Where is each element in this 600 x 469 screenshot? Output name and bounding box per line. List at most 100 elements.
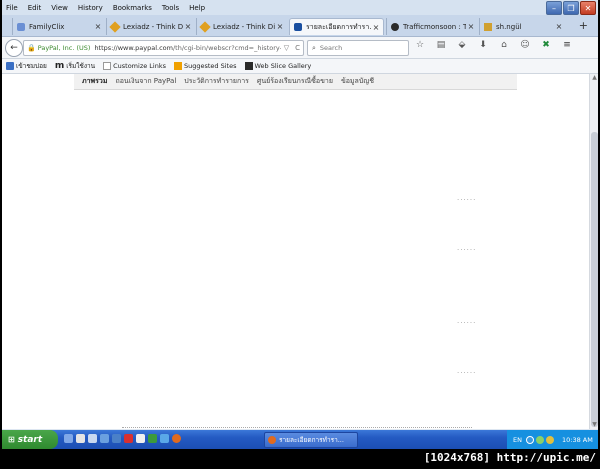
tab-label: Lexiadz - Think Diff... bbox=[123, 22, 183, 31]
tab-lexiadz-2[interactable]: Lexiadz - Think Diff... × bbox=[196, 18, 287, 35]
scroll-up-icon[interactable]: ▲ bbox=[590, 74, 598, 82]
site-identity[interactable]: PayPal, Inc. (US) bbox=[38, 44, 91, 52]
watermark-bar: [1024x768] http://upic.me/ bbox=[0, 449, 600, 469]
tab-close-icon[interactable]: × bbox=[93, 22, 103, 31]
subnav-overview[interactable]: ภาพรวม bbox=[82, 76, 107, 87]
subnav-history[interactable]: ประวัติการทำรายการ bbox=[184, 76, 249, 87]
url-bar[interactable]: 🔒 PayPal, Inc. (US) https://www.paypal.c… bbox=[23, 40, 304, 56]
tab-label: sh.ngül bbox=[496, 22, 522, 31]
menu-bookmarks[interactable]: Bookmarks bbox=[113, 4, 152, 12]
help-tray-icon[interactable] bbox=[525, 435, 534, 444]
tab-close-icon[interactable]: × bbox=[554, 22, 564, 31]
search-bar[interactable]: ⌕ Search bbox=[307, 40, 409, 56]
tab-label: รายละเอียดการทำรา... bbox=[306, 22, 371, 31]
reading-list-icon[interactable]: ▤ bbox=[435, 40, 447, 50]
task-label: รายละเอียดการทำรา... bbox=[279, 436, 344, 444]
bookmark-most-visited[interactable]: เข้าชมบ่อย bbox=[6, 61, 47, 71]
close-window-button[interactable]: ✕ bbox=[580, 1, 596, 15]
firefox-icon bbox=[268, 436, 276, 444]
tab-lexiadz-1[interactable]: Lexiadz - Think Diff... × bbox=[106, 18, 195, 35]
subnav-resolution-center[interactable]: ศูนย์ร้องเรียนกรณีซื้อขาย bbox=[257, 76, 333, 87]
tab-shngul[interactable]: sh.ngül × bbox=[479, 18, 566, 35]
url-text: https://www.paypal.com/th/cgi-bin/webscr… bbox=[94, 44, 280, 52]
subnav-withdraw[interactable]: ถอนเงินจาก PayPal bbox=[115, 76, 176, 87]
restore-button[interactable]: ❐ bbox=[563, 1, 579, 15]
windows-taskbar: ⊞ start รายละเอียดการทำรา... EN 10:38 AM bbox=[2, 430, 598, 449]
tab-close-icon[interactable]: × bbox=[371, 23, 381, 32]
menu-tools[interactable]: Tools bbox=[162, 4, 179, 12]
bookmark-icon bbox=[6, 62, 14, 70]
quicklaunch-icon[interactable] bbox=[148, 434, 157, 443]
vertical-scrollbar[interactable]: ▲ ▼ bbox=[589, 74, 598, 429]
url-host: https://www.paypal.com bbox=[94, 44, 173, 52]
taskbar-firefox-window[interactable]: รายละเอียดการทำรา... bbox=[264, 432, 358, 448]
download-icon[interactable]: ⬇ bbox=[477, 40, 489, 50]
menu-help[interactable]: Help bbox=[189, 4, 205, 12]
lock-icon[interactable]: 🔒 bbox=[27, 44, 36, 52]
familyclix-favicon-icon bbox=[17, 22, 25, 31]
quicklaunch-icon[interactable] bbox=[124, 434, 133, 443]
addon-icon[interactable]: ✖ bbox=[540, 40, 552, 50]
trafficmonsoon-favicon-icon bbox=[391, 22, 399, 31]
hamburger-menu-icon[interactable]: ≡ bbox=[561, 40, 573, 50]
security-tray-icon[interactable] bbox=[545, 435, 554, 444]
tab-close-icon[interactable]: × bbox=[275, 22, 285, 31]
bing-icon bbox=[174, 62, 182, 70]
tab-trafficmonsoon[interactable]: Trafficmonsoon : T... × bbox=[386, 18, 478, 35]
network-tray-icon[interactable] bbox=[535, 435, 544, 444]
new-tab-button[interactable]: + bbox=[579, 19, 588, 32]
tab-label: Lexiadz - Think Diff... bbox=[213, 22, 275, 31]
slice-icon bbox=[244, 62, 253, 70]
language-indicator[interactable]: EN bbox=[513, 436, 522, 444]
chat-icon[interactable]: ☺ bbox=[519, 40, 531, 50]
system-tray: EN 10:38 AM bbox=[507, 430, 598, 449]
quicklaunch-icon[interactable] bbox=[88, 434, 97, 443]
dotted-divider bbox=[122, 427, 472, 428]
subnav-account-info[interactable]: ข้อมูลบัญชี bbox=[341, 76, 374, 87]
start-button[interactable]: ⊞ start bbox=[2, 430, 58, 449]
home-icon[interactable]: ⌂ bbox=[498, 40, 510, 50]
browser-window: File Edit View History Bookmarks Tools H… bbox=[2, 0, 598, 449]
ellipsis-text: ...... bbox=[457, 367, 477, 375]
url-dropdown-icon[interactable]: ▽ bbox=[284, 44, 289, 52]
start-label: start bbox=[17, 434, 43, 445]
menu-edit[interactable]: Edit bbox=[28, 4, 42, 12]
tab-close-icon[interactable]: × bbox=[183, 22, 193, 31]
quicklaunch-icon[interactable] bbox=[64, 434, 73, 443]
menu-bar: File Edit View History Bookmarks Tools H… bbox=[2, 0, 598, 15]
quicklaunch-icon[interactable] bbox=[160, 434, 169, 443]
scroll-down-icon[interactable]: ▼ bbox=[590, 421, 598, 429]
quicklaunch-icon[interactable] bbox=[112, 434, 121, 443]
lexiadz-favicon-icon bbox=[109, 20, 121, 33]
pocket-icon[interactable]: ⬙ bbox=[456, 40, 468, 50]
menu-file[interactable]: File bbox=[6, 4, 18, 12]
bookmark-customize-links[interactable]: Customize Links bbox=[103, 62, 166, 70]
clock[interactable]: 10:38 AM bbox=[562, 436, 593, 444]
bookmark-favicon-icon bbox=[484, 22, 492, 31]
bookmark-label: เข้าชมบ่อย bbox=[16, 62, 47, 70]
tab-close-icon[interactable]: × bbox=[466, 22, 476, 31]
bookmark-web-slice-gallery[interactable]: Web Slice Gallery bbox=[244, 62, 311, 70]
quicklaunch-icon[interactable] bbox=[100, 434, 109, 443]
bookmark-star-icon[interactable]: ☆ bbox=[414, 40, 426, 50]
reload-icon[interactable]: C bbox=[295, 44, 300, 52]
quicklaunch-icon[interactable] bbox=[76, 434, 85, 443]
toolbar-icons: ☆ ▤ ⬙ ⬇ ⌂ ☺ ✖ ≡ bbox=[414, 40, 573, 50]
minimize-button[interactable]: – bbox=[546, 1, 562, 15]
back-button[interactable]: ← bbox=[5, 39, 23, 57]
bookmark-getting-started[interactable]: m เริ่มใช้งาน bbox=[55, 61, 95, 71]
menu-view[interactable]: View bbox=[51, 4, 68, 12]
menu-history[interactable]: History bbox=[78, 4, 103, 12]
tab-familyclix[interactable]: FamilyClix × bbox=[12, 18, 105, 35]
tab-paypal-active[interactable]: รายละเอียดการทำรา... × bbox=[289, 18, 384, 35]
url-path: /th/cgi-bin/webscr?cmd=_history-detail bbox=[172, 44, 281, 52]
scrollbar-thumb[interactable] bbox=[591, 132, 598, 427]
bookmarks-toolbar: เข้าชมบ่อย m เริ่มใช้งาน Customize Links… bbox=[2, 59, 598, 74]
lexiadz-favicon-icon bbox=[199, 20, 211, 33]
search-icon: ⌕ bbox=[312, 43, 316, 52]
quicklaunch-icon[interactable] bbox=[172, 434, 181, 443]
bookmark-suggested-sites[interactable]: Suggested Sites bbox=[174, 62, 237, 70]
quicklaunch-icon[interactable] bbox=[136, 434, 145, 443]
bookmark-label: Suggested Sites bbox=[184, 62, 237, 70]
paypal-favicon-icon bbox=[294, 23, 302, 31]
